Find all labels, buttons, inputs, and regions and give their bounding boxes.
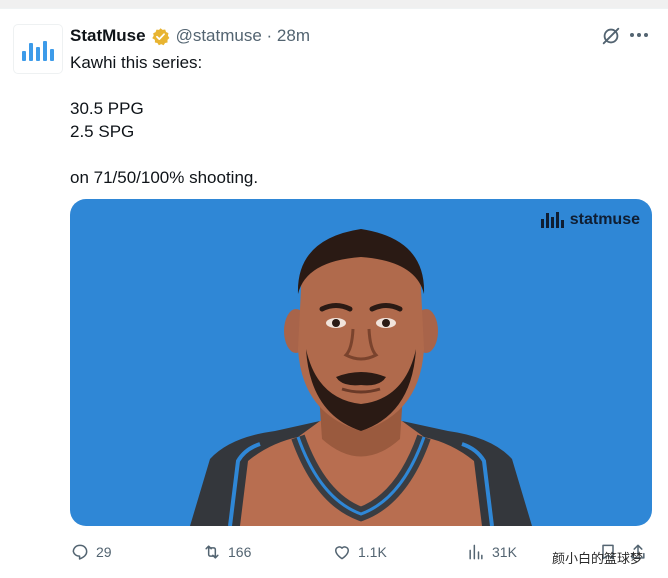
avatar[interactable] [14,25,62,73]
avatar-logo-bar [36,47,40,61]
like-button[interactable]: 1.1K [332,541,387,563]
avatar-logo-bar [43,41,47,61]
avatar-logo-bar [29,43,33,61]
avatar-logo-bar [22,51,26,61]
reply-icon [72,544,88,560]
retweet-button[interactable]: 166 [202,541,251,563]
tweet-line: Kawhi this series: [70,53,203,72]
views-button[interactable]: 31K [466,541,517,563]
author-name[interactable]: StatMuse [70,26,146,46]
reply-button[interactable]: 29 [70,541,112,563]
avatar-logo-bar [50,49,54,61]
reply-count: 29 [96,544,112,560]
statmuse-watermark: statmuse [540,211,640,229]
views-count: 31K [492,544,517,560]
tweet-line: 2.5 SPG [70,122,135,141]
verified-badge-icon [151,27,169,45]
tweet-line: on 71/50/100% shooting. [70,168,259,187]
watermark-text: statmuse [569,211,640,228]
more-options-icon[interactable] [630,33,648,37]
tweet-card[interactable]: StatMuse @statmuse · 28m Kawhi this seri… [0,8,668,578]
grok-icon[interactable] [600,25,622,47]
tweet-media-image[interactable]: statmuse [70,199,652,526]
like-count: 1.1K [358,544,387,560]
retweet-count: 166 [228,544,252,560]
retweet-icon [205,545,219,559]
player-illustration [190,229,532,526]
views-bar-chart-icon [469,544,483,560]
heart-icon [335,546,349,560]
overlay-watermark-text: 颜小白的篮球梦 [552,552,644,567]
tweet-text: Kawhi this series: 30.5 PPG 2.5 SPG on 7… [70,51,630,189]
statmuse-logo-icon [540,212,564,228]
tweet-header: StatMuse @statmuse · 28m [70,26,310,46]
tweet-line: 30.5 PPG [70,99,144,118]
handle-and-time[interactable]: @statmuse · 28m [176,26,310,46]
